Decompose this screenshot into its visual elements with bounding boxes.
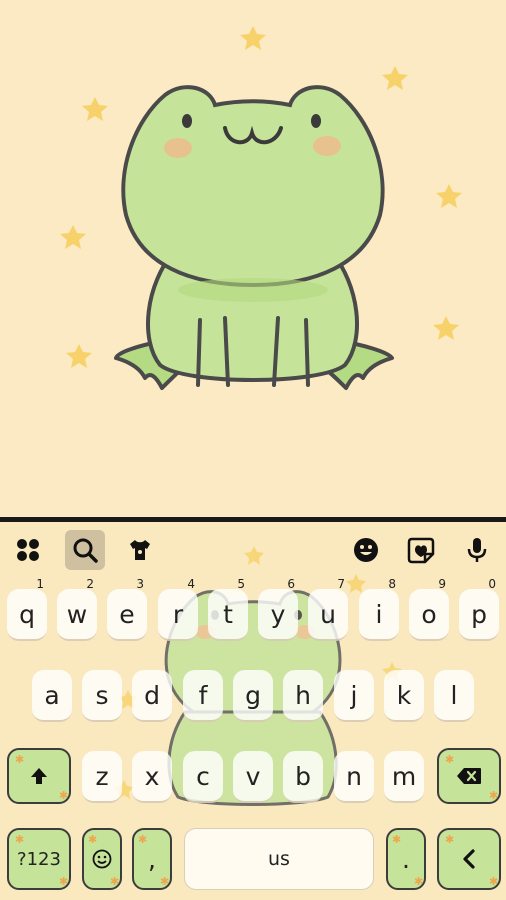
enter-arrow-icon xyxy=(463,849,475,869)
key-r[interactable]: r4 xyxy=(158,577,198,641)
key-k[interactable]: k xyxy=(384,670,424,722)
key-i[interactable]: i8 xyxy=(359,577,399,641)
keyboard-toolbar xyxy=(0,522,506,578)
key-x[interactable]: x xyxy=(132,751,172,803)
key-hint: 7 xyxy=(337,577,345,591)
search-button[interactable] xyxy=(65,530,105,570)
key-v[interactable]: v xyxy=(233,751,273,803)
key-hint: 0 xyxy=(488,577,496,591)
frog-illustration xyxy=(60,26,462,390)
space-key[interactable]: us xyxy=(184,828,374,890)
key-b[interactable]: b xyxy=(283,751,323,803)
key-t[interactable]: t5 xyxy=(208,577,248,641)
search-icon xyxy=(73,538,98,563)
key-w[interactable]: w2 xyxy=(57,577,97,641)
key-l[interactable]: l xyxy=(434,670,474,722)
key-p[interactable]: p0 xyxy=(459,577,499,641)
emoji-sticker-icon xyxy=(354,538,378,562)
key-a[interactable]: a xyxy=(32,670,72,722)
star-decoration xyxy=(66,344,92,368)
apps-icon xyxy=(17,539,39,561)
key-q[interactable]: q1 xyxy=(7,577,47,641)
theme-button[interactable] xyxy=(120,530,160,570)
wallpaper xyxy=(0,0,506,518)
star-decoration xyxy=(240,26,266,50)
emoji-sticker-button[interactable] xyxy=(346,530,386,570)
keyboard: q1 w2 e3 r4 t5 y6 u7 i8 o9 p0 a s d f g … xyxy=(0,522,506,900)
key-e[interactable]: e3 xyxy=(107,577,147,641)
key-hint: 2 xyxy=(86,577,94,591)
star-decoration xyxy=(436,184,462,208)
key-z[interactable]: z xyxy=(82,751,122,803)
star-decoration xyxy=(60,225,86,249)
sticker-icon xyxy=(407,537,435,564)
key-hint: 3 xyxy=(136,577,144,591)
emoji-icon xyxy=(92,849,112,869)
star-decoration xyxy=(82,97,108,121)
key-m[interactable]: m xyxy=(384,751,424,803)
key-hint: 6 xyxy=(287,577,295,591)
symbols-key[interactable]: ✱ ✱ ?123 xyxy=(7,828,71,890)
key-hint: 8 xyxy=(388,577,396,591)
sticker-button[interactable] xyxy=(401,530,441,570)
key-n[interactable]: n xyxy=(334,751,374,803)
key-hint: 9 xyxy=(438,577,446,591)
shift-arrow-icon xyxy=(31,768,47,784)
key-y[interactable]: y6 xyxy=(258,577,298,641)
key-hint: 1 xyxy=(36,577,44,591)
enter-key[interactable]: ✱ ✱ xyxy=(437,828,501,890)
key-f[interactable]: f xyxy=(183,670,223,722)
star-decoration xyxy=(382,66,408,90)
key-hint: 5 xyxy=(237,577,245,591)
key-d[interactable]: d xyxy=(132,670,172,722)
star-decoration xyxy=(433,316,459,340)
key-o[interactable]: o9 xyxy=(409,577,449,641)
key-s[interactable]: s xyxy=(82,670,122,722)
microphone-icon xyxy=(467,538,487,562)
emoji-key[interactable]: ✱ ✱ xyxy=(82,828,122,890)
backspace-icon xyxy=(457,768,481,784)
key-hint: 4 xyxy=(187,577,195,591)
key-c[interactable]: c xyxy=(183,751,223,803)
period-key[interactable]: ✱ ✱ . xyxy=(386,828,426,890)
microphone-button[interactable] xyxy=(457,530,497,570)
key-u[interactable]: u7 xyxy=(308,577,348,641)
apps-button[interactable] xyxy=(8,530,48,570)
backspace-key[interactable]: ✱ ✱ xyxy=(437,748,501,804)
comma-key[interactable]: ✱ ✱ , xyxy=(132,828,172,890)
key-h[interactable]: h xyxy=(283,670,323,722)
shift-key[interactable]: ✱ ✱ xyxy=(7,748,71,804)
theme-shirt-icon xyxy=(130,540,150,560)
key-j[interactable]: j xyxy=(334,670,374,722)
key-g[interactable]: g xyxy=(233,670,273,722)
